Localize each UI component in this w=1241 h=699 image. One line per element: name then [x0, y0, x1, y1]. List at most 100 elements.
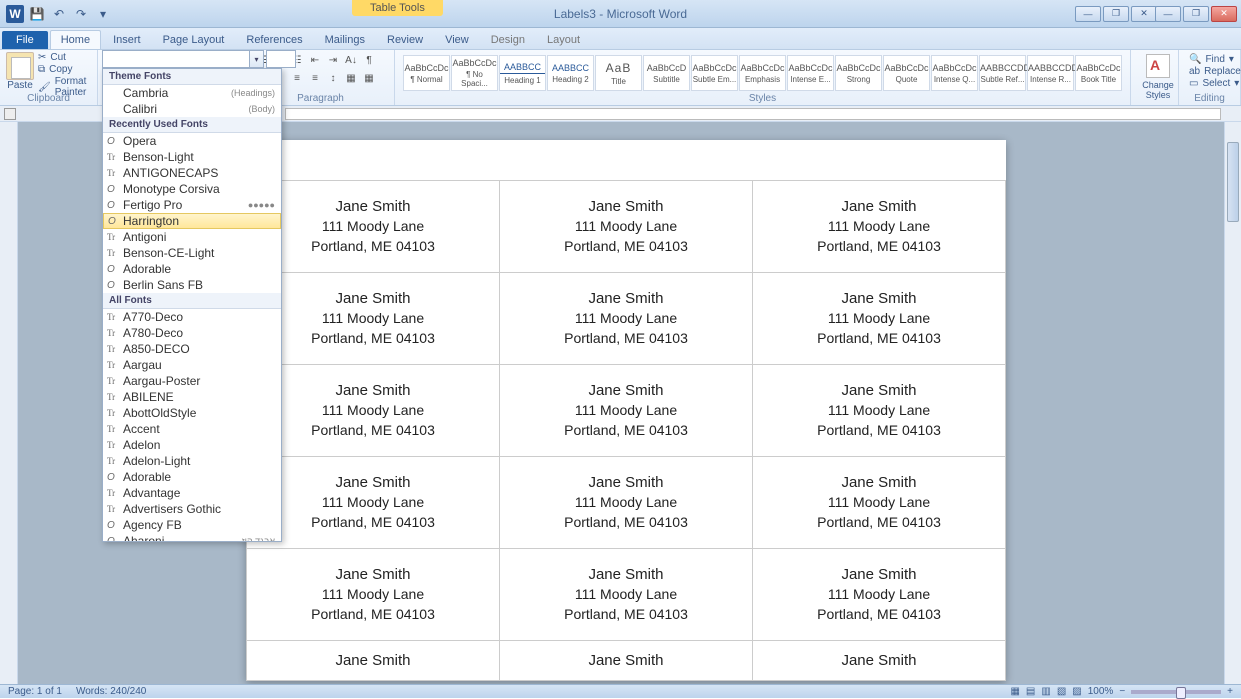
increase-indent-button[interactable]: ⇥: [325, 52, 341, 68]
select-button[interactable]: ▭ Select ▾: [1189, 78, 1230, 89]
zoom-in-button[interactable]: +: [1227, 686, 1233, 697]
font-item-aharoni[interactable]: OAharoniאבגד הוז: [103, 533, 281, 542]
zoom-slider[interactable]: [1131, 690, 1221, 694]
qat-more-icon[interactable]: ▾: [94, 5, 112, 23]
tab-selector[interactable]: [4, 108, 16, 120]
label-cell[interactable]: Jane Smith111 Moody LanePortland, ME 041…: [247, 457, 500, 549]
label-cell[interactable]: Jane Smith111 Moody LanePortland, ME 041…: [500, 273, 753, 365]
label-cell[interactable]: Jane Smith111 Moody LanePortland, ME 041…: [247, 365, 500, 457]
label-cell[interactable]: Jane Smith111 Moody LanePortland, ME 041…: [247, 549, 500, 641]
font-item-cambria[interactable]: Cambria(Headings): [103, 85, 281, 101]
font-item-aargau-poster[interactable]: TrAargau-Poster: [103, 373, 281, 389]
font-item-harrington[interactable]: OHarrington: [103, 213, 281, 229]
font-item-benson-light[interactable]: TrBenson-Light: [103, 149, 281, 165]
label-cell[interactable]: Jane Smith111 Moody LanePortland, ME 041…: [753, 181, 1006, 273]
status-words[interactable]: Words: 240/240: [76, 686, 146, 697]
font-item-adelon-light[interactable]: TrAdelon-Light: [103, 453, 281, 469]
label-cell[interactable]: Jane Smith111 Moody LanePortland, ME 041…: [500, 181, 753, 273]
style-intense-q---[interactable]: AaBbCcDcIntense Q...: [931, 55, 978, 91]
undo-icon[interactable]: ↶: [50, 5, 68, 23]
vertical-scrollbar[interactable]: [1224, 122, 1241, 684]
label-cell[interactable]: Jane Smith111 Moody LanePortland, ME 041…: [247, 273, 500, 365]
minimize-button[interactable]: —: [1155, 6, 1181, 22]
view-print-layout-button[interactable]: ▦: [1010, 686, 1019, 697]
tab-page-layout[interactable]: Page Layout: [153, 31, 235, 49]
style-intense-e---[interactable]: AaBbCcDcIntense E...: [787, 55, 834, 91]
line-spacing-button[interactable]: ↕: [325, 70, 341, 86]
status-page[interactable]: Page: 1 of 1: [8, 686, 62, 697]
scrollbar-thumb[interactable]: [1227, 142, 1239, 222]
label-cell[interactable]: Jane Smith111 Moody LanePortland, ME 041…: [500, 457, 753, 549]
tab-view[interactable]: View: [435, 31, 479, 49]
font-item-advantage[interactable]: TrAdvantage: [103, 485, 281, 501]
font-item-abottoldstyle[interactable]: TrAbottOldStyle: [103, 405, 281, 421]
align-right-button[interactable]: ≡: [289, 70, 305, 86]
label-cell[interactable]: Jane Smith111 Moody LanePortland, ME 041…: [247, 181, 500, 273]
view-draft-button[interactable]: ▨: [1072, 686, 1081, 697]
find-button[interactable]: 🔍 Find ▾: [1189, 54, 1230, 65]
ruler-vertical[interactable]: [0, 122, 18, 684]
styles-gallery[interactable]: AaBbCcDc¶ NormalAaBbCcDc¶ No Spaci...AAB…: [401, 52, 1124, 94]
font-item-a770-deco[interactable]: TrA770-Deco: [103, 309, 281, 325]
borders-button[interactable]: ▦: [361, 70, 377, 86]
style-heading-2[interactable]: AABBCCHeading 2: [547, 55, 594, 91]
show-marks-button[interactable]: ¶: [361, 52, 377, 68]
font-item-adelon[interactable]: TrAdelon: [103, 437, 281, 453]
redo-icon[interactable]: ↷: [72, 5, 90, 23]
style---normal[interactable]: AaBbCcDc¶ Normal: [403, 55, 450, 91]
sort-button[interactable]: A↓: [343, 52, 359, 68]
doc-restore-button[interactable]: ❐: [1103, 6, 1129, 22]
view-reading-button[interactable]: ▤: [1026, 686, 1035, 697]
style-book-title[interactable]: AaBbCcDcBook Title: [1075, 55, 1122, 91]
label-cell[interactable]: Jane Smith111 Moody LanePortland, ME 041…: [500, 549, 753, 641]
font-item-agency-fb[interactable]: OAgency FB: [103, 517, 281, 533]
paste-button[interactable]: Paste: [6, 52, 34, 98]
tab-references[interactable]: References: [236, 31, 312, 49]
font-item-fertigo-pro[interactable]: OFertigo Pro●●●●●: [103, 197, 281, 213]
font-dropdown-button[interactable]: ▾: [250, 50, 264, 68]
style---no-spaci---[interactable]: AaBbCcDc¶ No Spaci...: [451, 55, 498, 91]
font-item-abilene[interactable]: TrABILENE: [103, 389, 281, 405]
tab-design[interactable]: Design: [481, 31, 535, 49]
tab-home[interactable]: Home: [50, 30, 101, 49]
doc-close-button[interactable]: ✕: [1131, 6, 1157, 22]
style-subtle-ref---[interactable]: AABBCCDDSubtle Ref...: [979, 55, 1026, 91]
font-size-input[interactable]: [266, 50, 296, 68]
label-cell[interactable]: Jane Smith: [753, 641, 1006, 681]
save-icon[interactable]: 💾: [28, 5, 46, 23]
style-heading-1[interactable]: AABBCCHeading 1: [499, 55, 546, 91]
tab-layout[interactable]: Layout: [537, 31, 590, 49]
zoom-out-button[interactable]: −: [1119, 686, 1125, 697]
justify-button[interactable]: ≡: [307, 70, 323, 86]
font-item-calibri[interactable]: Calibri(Body): [103, 101, 281, 117]
change-styles-button[interactable]: Change Styles: [1137, 52, 1179, 100]
label-cell[interactable]: Jane Smith111 Moody LanePortland, ME 041…: [753, 549, 1006, 641]
cut-button[interactable]: ✂ Cut: [38, 52, 91, 63]
font-item-adorable[interactable]: OAdorable: [103, 261, 281, 277]
font-item-antigonecaps[interactable]: TrANTIGONECAPS: [103, 165, 281, 181]
decrease-indent-button[interactable]: ⇤: [307, 52, 323, 68]
replace-button[interactable]: ab Replace: [1189, 66, 1230, 77]
label-cell[interactable]: Jane Smith111 Moody LanePortland, ME 041…: [753, 457, 1006, 549]
tab-insert[interactable]: Insert: [103, 31, 151, 49]
font-item-monotype-corsiva[interactable]: OMonotype Corsiva: [103, 181, 281, 197]
copy-button[interactable]: ⧉ Copy: [38, 64, 91, 75]
close-button[interactable]: ✕: [1211, 6, 1237, 22]
ruler-strip[interactable]: [285, 108, 1221, 120]
tab-review[interactable]: Review: [377, 31, 433, 49]
view-web-button[interactable]: ▥: [1041, 686, 1050, 697]
font-item-a850-deco[interactable]: TrA850-DECO: [103, 341, 281, 357]
style-emphasis[interactable]: AaBbCcDcEmphasis: [739, 55, 786, 91]
view-outline-button[interactable]: ▧: [1057, 686, 1066, 697]
tab-mailings[interactable]: Mailings: [315, 31, 375, 49]
font-item-antigoni[interactable]: TrAntigoni: [103, 229, 281, 245]
font-item-accent[interactable]: TrAccent: [103, 421, 281, 437]
style-subtle-em---[interactable]: AaBbCcDcSubtle Em...: [691, 55, 738, 91]
zoom-level[interactable]: 100%: [1088, 686, 1114, 697]
font-item-advertisers-gothic[interactable]: TrAdvertisers Gothic: [103, 501, 281, 517]
maximize-button[interactable]: ❐: [1183, 6, 1209, 22]
font-item-adorable[interactable]: OAdorable: [103, 469, 281, 485]
style-subtitle[interactable]: AaBbCcDSubtitle: [643, 55, 690, 91]
label-cell[interactable]: Jane Smith: [500, 641, 753, 681]
style-title[interactable]: AaBTitle: [595, 55, 642, 91]
